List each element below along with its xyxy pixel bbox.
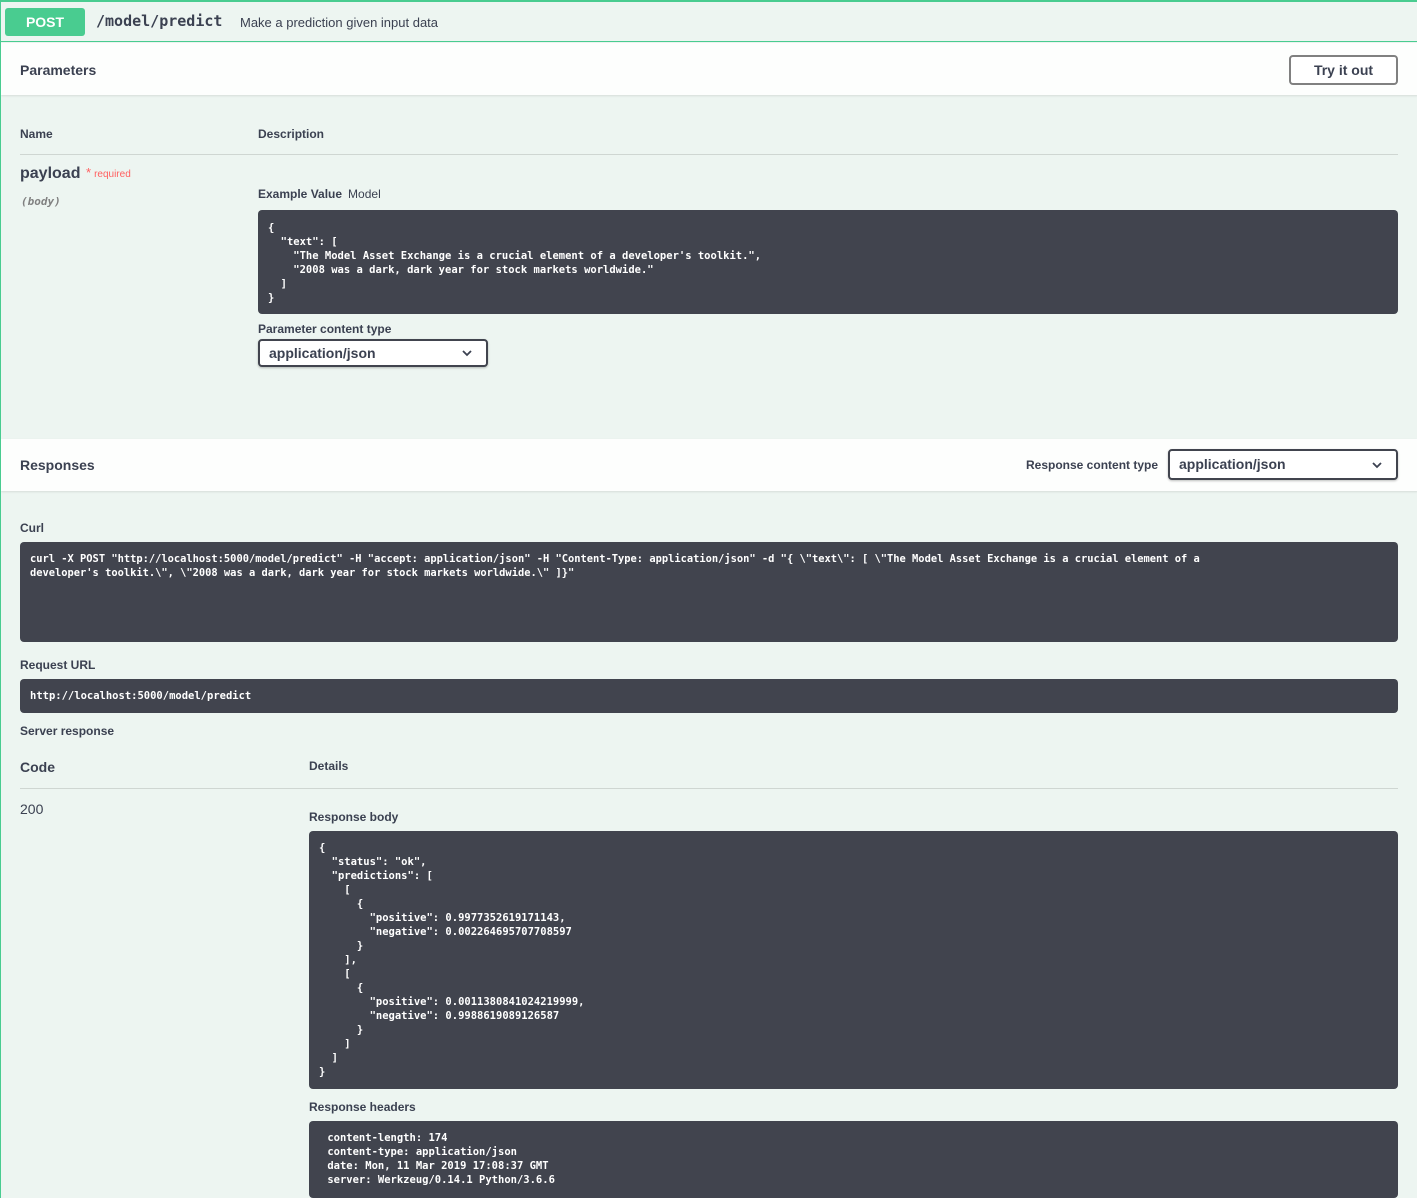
request-url-label: Request URL (20, 658, 96, 672)
divider (20, 154, 1398, 155)
tab-example-value[interactable]: Example Value (258, 187, 342, 201)
response-body-code: { "status": "ok", "predictions": [ [ { "… (309, 831, 1398, 1089)
chevron-down-icon (462, 350, 472, 357)
parameters-header: Parameters Try it out (1, 43, 1417, 95)
col-name-header: Name (20, 127, 53, 141)
curl-label: Curl (20, 521, 44, 535)
required-label: * required (86, 165, 131, 180)
param-name: payload (20, 165, 81, 182)
request-url-code: http://localhost:5000/model/predict (20, 679, 1398, 713)
response-headers-code: content-length: 174 content-type: applic… (309, 1121, 1398, 1198)
endpoint-path: /model/predict (96, 12, 223, 30)
col-description-header: Description (258, 127, 325, 141)
col-details-header: Details (309, 759, 349, 773)
required-text: required (94, 169, 131, 180)
response-status-code: 200 (20, 801, 44, 817)
param-content-type-value: application/json (269, 345, 376, 361)
method-badge: POST (5, 8, 85, 36)
opblock-summary[interactable]: POST /model/predict Make a prediction gi… (1, 2, 1417, 42)
param-in: (body) (21, 195, 61, 208)
example-tabs: Example Value Model (258, 185, 381, 203)
server-response-label: Server response (20, 724, 115, 738)
try-it-out-button[interactable]: Try it out (1289, 55, 1398, 85)
response-headers-label: Response headers (309, 1100, 416, 1114)
chevron-down-icon (1372, 462, 1382, 469)
param-content-type-label: Parameter content type (258, 322, 392, 336)
response-body-label: Response body (309, 810, 399, 824)
response-content-type-select[interactable]: application/json (1168, 449, 1398, 480)
responses-header: Responses Response content type applicat… (1, 439, 1417, 491)
responses-title: Responses (20, 457, 95, 473)
col-code-header: Code (20, 759, 55, 775)
tab-model[interactable]: Model (348, 187, 381, 201)
endpoint-description: Make a prediction given input data (240, 15, 439, 30)
example-value-code: { "text": [ "The Model Asset Exchange is… (258, 210, 1398, 314)
param-content-type-select[interactable]: application/json (258, 339, 488, 367)
parameters-title: Parameters (20, 62, 97, 78)
response-content-type-value: application/json (1179, 456, 1286, 472)
required-star: * (86, 165, 92, 180)
curl-code: curl -X POST "http://localhost:5000/mode… (20, 542, 1398, 642)
response-content-type-label: Response content type (1026, 458, 1159, 472)
opblock-post: POST /model/predict Make a prediction gi… (0, 0, 1417, 1198)
divider (20, 788, 1398, 789)
